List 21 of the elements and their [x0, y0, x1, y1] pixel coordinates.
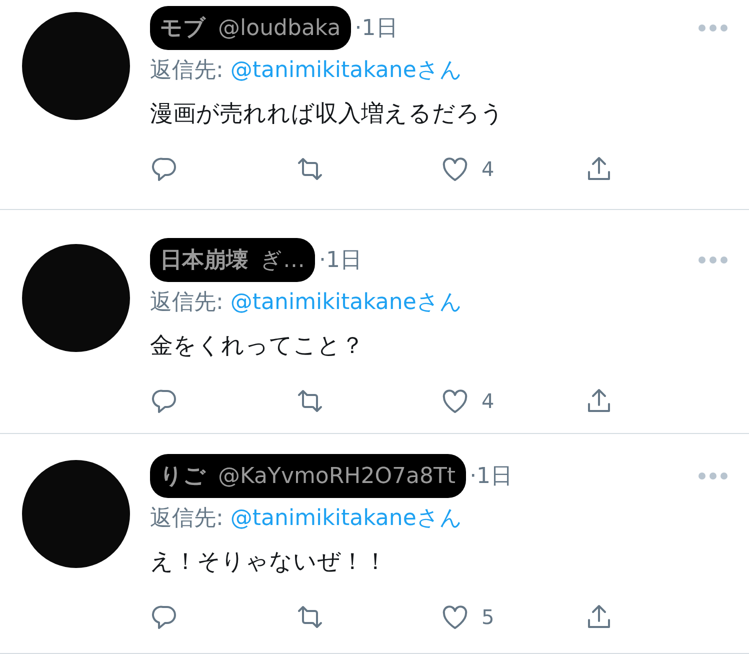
like-count: 4: [482, 388, 494, 414]
user-name: モブ: [160, 14, 206, 42]
mention-link[interactable]: @tanimikitakaneさん: [230, 290, 462, 315]
timestamp: ·1日: [470, 462, 513, 490]
reply-context: 返信先: @tanimikitakaneさん: [150, 57, 464, 85]
like-count: 5: [482, 604, 494, 630]
user-handle: @loudbaka: [218, 14, 341, 42]
user-name: りご: [160, 462, 206, 490]
reply-context: 返信先: @tanimikitakaneさん: [150, 505, 464, 533]
mention-link[interactable]: @tanimikitakaneさん: [230, 58, 462, 83]
user-name: 日本崩壊: [160, 246, 248, 274]
timestamp: ·1日: [354, 14, 398, 42]
reply-context: 返信先: @tanimikitakaneさん: [150, 289, 464, 317]
like-count: 4: [482, 156, 494, 182]
mention-link[interactable]: @tanimikitakaneさん: [230, 506, 462, 531]
tweet-text: 金をくれってこと？: [150, 332, 365, 361]
tweet-text: 漫画が売れれば収入増えるだろう: [150, 100, 505, 129]
user-handle: ぎ…: [260, 246, 305, 274]
tweet-text: え！そりゃないぜ！！: [150, 548, 388, 577]
user-handle: @KaYvmoRH2O7a8Tt: [218, 462, 456, 490]
timestamp: ·1日: [319, 246, 362, 274]
